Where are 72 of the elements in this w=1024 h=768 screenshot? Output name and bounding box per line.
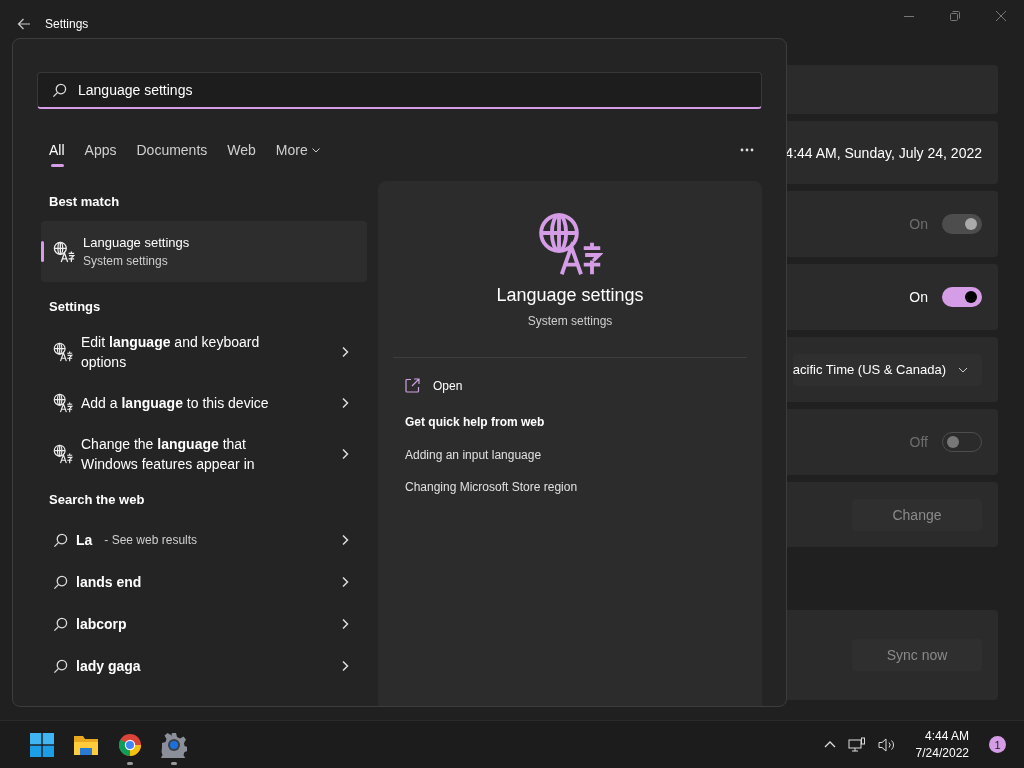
more-options-icon[interactable] — [740, 148, 754, 152]
search-icon — [52, 82, 67, 98]
restore-icon — [950, 11, 960, 21]
chevron-right-icon — [341, 396, 349, 409]
preview-subtitle: System settings — [526, 314, 614, 328]
chevron-right-icon — [341, 576, 349, 588]
filter-tab[interactable]: All — [49, 133, 65, 167]
web-query-text: La — [76, 532, 93, 548]
web-query-text: lands end — [76, 574, 142, 590]
settings-result[interactable]: Edit language and keyboard options — [41, 326, 367, 377]
help-link[interactable]: Changing Microsoft Store region — [405, 480, 747, 494]
gear-icon[interactable] — [161, 731, 187, 758]
result-label: Add a language to this device — [81, 393, 270, 413]
search-icon — [53, 616, 68, 632]
network-icon[interactable] — [847, 736, 866, 753]
settings-result[interactable]: Change the language that Windows features appear in — [41, 428, 367, 479]
chevron-up-icon[interactable] — [823, 741, 836, 748]
window-title: Settings — [45, 17, 89, 31]
windows-start-icon[interactable] — [30, 732, 54, 757]
open-external-icon — [405, 378, 420, 393]
toggle-state-text: On — [909, 289, 928, 305]
back-arrow-icon[interactable] — [17, 17, 31, 31]
toggle-switch[interactable] — [942, 287, 982, 307]
clock[interactable]: 4:44 AM 7/24/2022 — [915, 729, 969, 760]
chevron-right-icon — [341, 447, 349, 460]
globe-language-icon — [53, 392, 73, 413]
chevron-right-icon — [341, 345, 349, 358]
section-heading: Search the web — [48, 490, 146, 509]
globe-language-icon — [53, 341, 73, 362]
section-heading: Best match — [48, 192, 121, 211]
search-icon — [53, 658, 68, 674]
close-icon — [996, 11, 1006, 21]
globe-language-icon — [53, 240, 75, 263]
globe-language-icon — [53, 443, 73, 464]
globe-language-icon — [537, 211, 603, 277]
section-heading: Settings — [48, 297, 102, 316]
more-tab[interactable]: More — [275, 133, 320, 167]
minimize-icon — [904, 15, 914, 17]
notification-badge[interactable]: 1 — [989, 736, 1006, 753]
help-link[interactable]: Adding an input language — [405, 448, 747, 462]
date-time-text: 4:44 AM, Sunday, July 24, 2022 — [785, 144, 982, 161]
search-icon — [53, 574, 68, 590]
chevron-down-icon — [311, 147, 320, 153]
chevron-down-icon — [958, 366, 968, 373]
help-heading: Get quick help from web — [405, 415, 546, 429]
chevron-right-icon — [341, 618, 349, 630]
web-result[interactable]: lands end — [41, 561, 367, 603]
chevron-right-icon — [341, 534, 349, 546]
result-label: Edit language and keyboard options — [81, 332, 261, 372]
filter-tab[interactable]: Web — [227, 133, 256, 167]
toggle-state-text: On — [909, 216, 928, 232]
search-input[interactable]: Language settings — [78, 82, 761, 98]
web-hint-text: - See web results — [104, 533, 198, 547]
filter-tab[interactable]: Documents — [136, 133, 208, 167]
web-result[interactable]: La - See web results — [41, 519, 367, 561]
web-result[interactable]: lady gaga — [41, 645, 367, 687]
web-query-text: labcorp — [76, 616, 127, 632]
toggle-state-text: Off — [909, 434, 928, 450]
web-result[interactable]: labcorp — [41, 603, 367, 645]
settings-result[interactable]: Add a language to this device — [41, 377, 367, 428]
open-action[interactable]: Open — [405, 378, 747, 393]
result-label: Change the language that Windows features appear in — [81, 434, 256, 474]
chevron-right-icon — [341, 660, 349, 672]
volume-icon[interactable] — [877, 736, 896, 753]
preview-title: Language settings — [495, 285, 645, 306]
search-field[interactable]: Language settings — [37, 72, 762, 109]
web-query-text: lady gaga — [76, 658, 141, 674]
filter-tab[interactable]: Apps — [84, 133, 117, 167]
browser-icon[interactable] — [118, 732, 142, 757]
best-match-item[interactable]: Language settings System settings — [41, 221, 367, 282]
search-icon — [53, 532, 68, 548]
time-zone-dropdown[interactable]: acific Time (US & Canada) — [792, 353, 982, 386]
